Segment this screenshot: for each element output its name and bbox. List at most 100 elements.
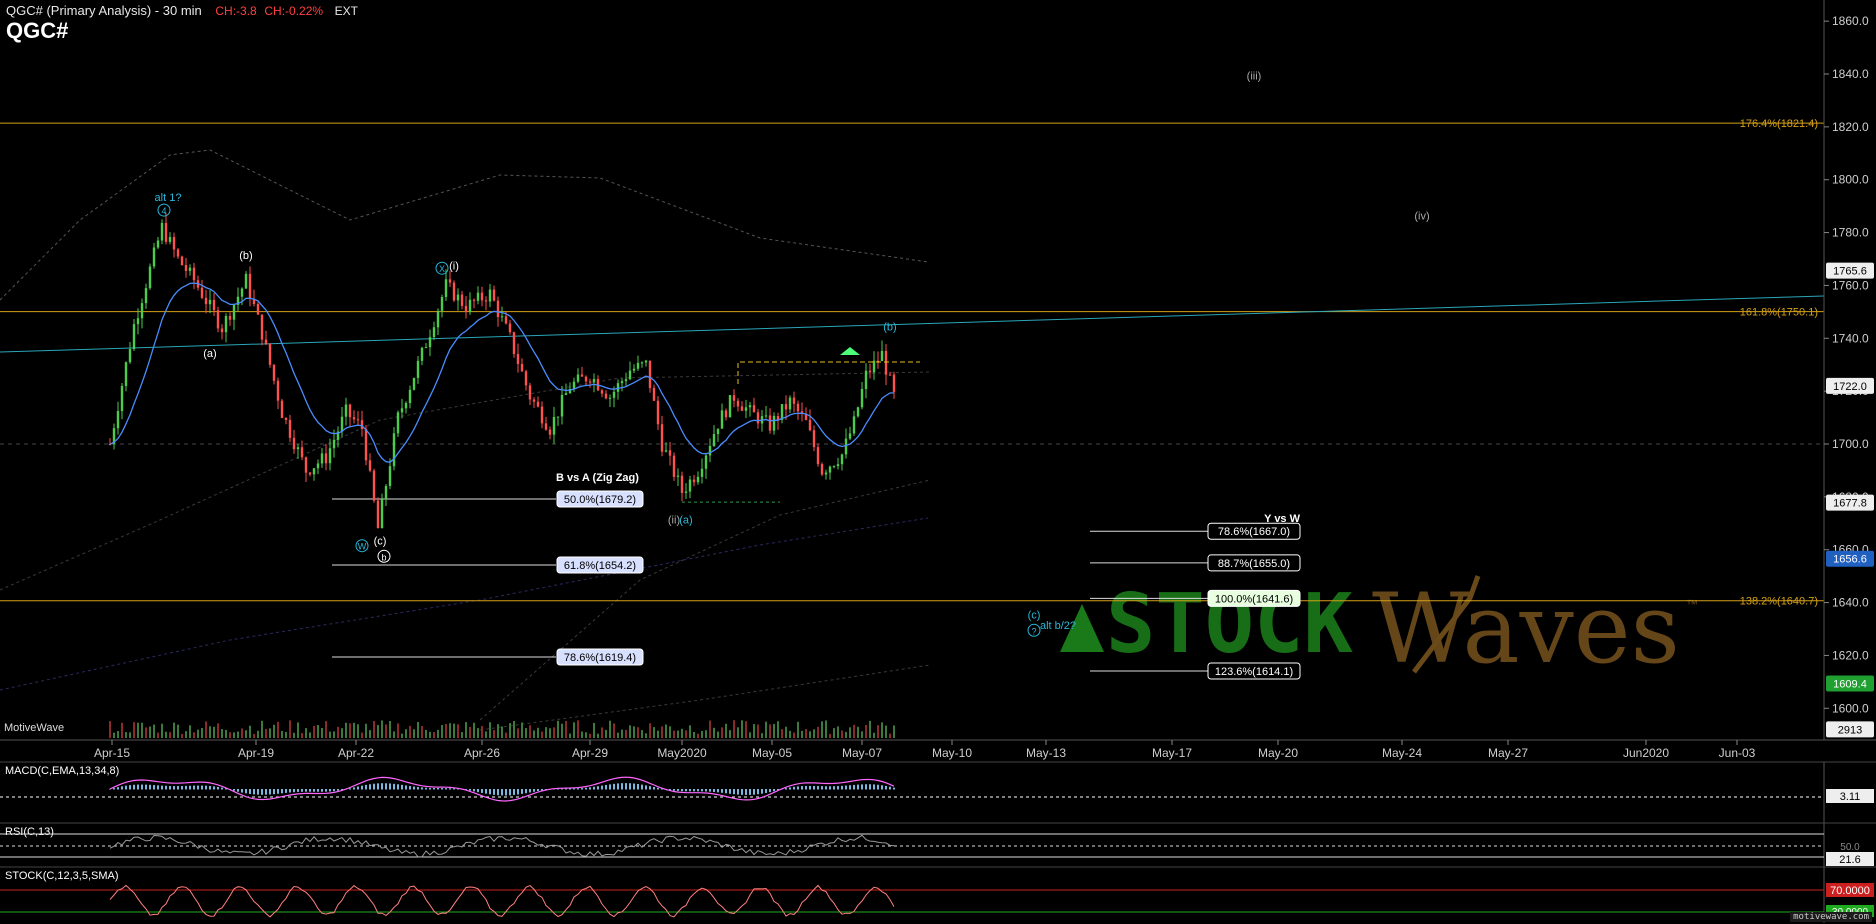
macd-hist-bar	[585, 787, 587, 790]
volume-bar	[409, 725, 411, 738]
candle-body	[288, 420, 292, 438]
volume-bar	[845, 731, 847, 738]
macd-hist-bar	[401, 784, 403, 790]
candle-body	[512, 332, 516, 354]
macd-hist-bar	[349, 788, 351, 790]
candle-body	[328, 448, 332, 464]
price-panel: STOCK Waves ™ 176.4%(1821.4) 161.8%(1750.1) 1…	[0, 70, 1825, 738]
title-text: QGC# (Primary Analysis) - 30 min	[6, 3, 202, 18]
volume-bar	[557, 720, 559, 738]
macd-hist-bar	[381, 783, 383, 790]
candle-body	[376, 500, 380, 529]
volume-bar	[245, 730, 247, 738]
wave-label: (c)	[1028, 609, 1041, 621]
x-tick-label: May-17	[1152, 746, 1192, 760]
macd-hist-bar	[113, 788, 115, 790]
volume-bar	[201, 727, 203, 738]
candle-body	[352, 417, 356, 420]
candle-body	[320, 453, 324, 464]
volume-bar	[453, 723, 455, 738]
candle-body	[716, 428, 720, 435]
macd-hist-bar	[157, 785, 159, 790]
volume-bar	[205, 721, 207, 738]
volume-bar	[265, 729, 267, 738]
volume-bar	[729, 730, 731, 738]
macd-hist-bar	[317, 789, 319, 792]
volume-bar	[661, 726, 663, 738]
wave-label: (ii)	[668, 514, 680, 526]
symbol-label: QGC#	[6, 18, 69, 43]
candle-body	[260, 314, 264, 340]
candle-body	[340, 416, 344, 432]
candle-body	[740, 406, 744, 411]
macd-hist-bar	[233, 789, 235, 791]
candle-body	[680, 475, 684, 493]
macd-hist-bar	[673, 789, 675, 791]
macd-hist-bar	[393, 783, 395, 790]
macd-hist-bar	[197, 785, 199, 790]
macd-hist-bar	[253, 789, 255, 795]
candle-body	[860, 388, 864, 408]
candle-body	[708, 446, 712, 456]
volume-bar	[225, 729, 227, 738]
volume-bar	[513, 721, 515, 738]
volume-bar	[833, 728, 835, 738]
volume-bar	[353, 722, 355, 738]
macd-hist-bar	[305, 789, 307, 792]
candle-body	[784, 404, 788, 410]
volume-bar	[877, 725, 879, 738]
macd-hist-bar	[733, 789, 735, 795]
candle-body	[824, 472, 828, 475]
volume-bar	[189, 725, 191, 738]
macd-hist-bar	[797, 786, 799, 790]
macd-value: 3.11	[1840, 791, 1861, 803]
candle-body	[600, 390, 604, 394]
candle-body	[480, 292, 484, 301]
candle-body	[736, 400, 740, 407]
volume-bar	[561, 723, 563, 738]
volume-bar	[781, 729, 783, 738]
macd-hist-bar	[145, 784, 147, 790]
macd-hist-bar	[281, 789, 283, 794]
candle-body	[268, 343, 272, 365]
candle-body	[212, 299, 216, 311]
rsi-mid-value: 50.0	[1840, 842, 1860, 853]
macd-hist-bar	[297, 789, 299, 792]
rsi-value: 21.6	[1839, 854, 1860, 866]
macd-hist-bar	[261, 789, 263, 795]
x-tick-label: Apr-26	[464, 746, 500, 760]
macd-hist-bar	[877, 784, 879, 790]
rsi-label: RSI(C,13)	[5, 826, 54, 838]
volume-bar	[689, 725, 691, 738]
volume-bar	[837, 726, 839, 738]
volume-bar	[293, 732, 295, 738]
macd-hist-bar	[445, 788, 447, 790]
macd-hist-bar	[193, 785, 195, 790]
volume-bar	[401, 733, 403, 738]
macd-hist-bar	[845, 785, 847, 790]
candle-body	[632, 368, 636, 371]
volume-bar	[617, 732, 619, 738]
volume-bar	[529, 725, 531, 738]
macd-hist-bar	[497, 789, 499, 796]
volume-bar	[541, 731, 543, 738]
candle-body	[852, 416, 856, 434]
wave-label: (a)	[679, 514, 692, 526]
macd-hist-bar	[885, 785, 887, 790]
x-tick-label: May-13	[1026, 746, 1066, 760]
candle-body	[172, 237, 176, 250]
y-tick-label: 1800.0	[1832, 173, 1869, 187]
macd-hist-bar	[201, 785, 203, 790]
candle-body	[684, 491, 688, 493]
y-tick-label: 1760.0	[1832, 278, 1869, 292]
macd-hist-bar	[189, 785, 191, 790]
macd-hist-bar	[817, 786, 819, 790]
macd-hist-bar	[641, 784, 643, 790]
retracement-level-label: 61.8%(1654.2)	[564, 560, 636, 572]
candle-body	[668, 450, 672, 456]
candle-body	[752, 405, 756, 413]
volume-bar	[405, 729, 407, 738]
support-curve	[479, 479, 931, 721]
candle-body	[304, 457, 308, 473]
volume-bar	[545, 727, 547, 738]
